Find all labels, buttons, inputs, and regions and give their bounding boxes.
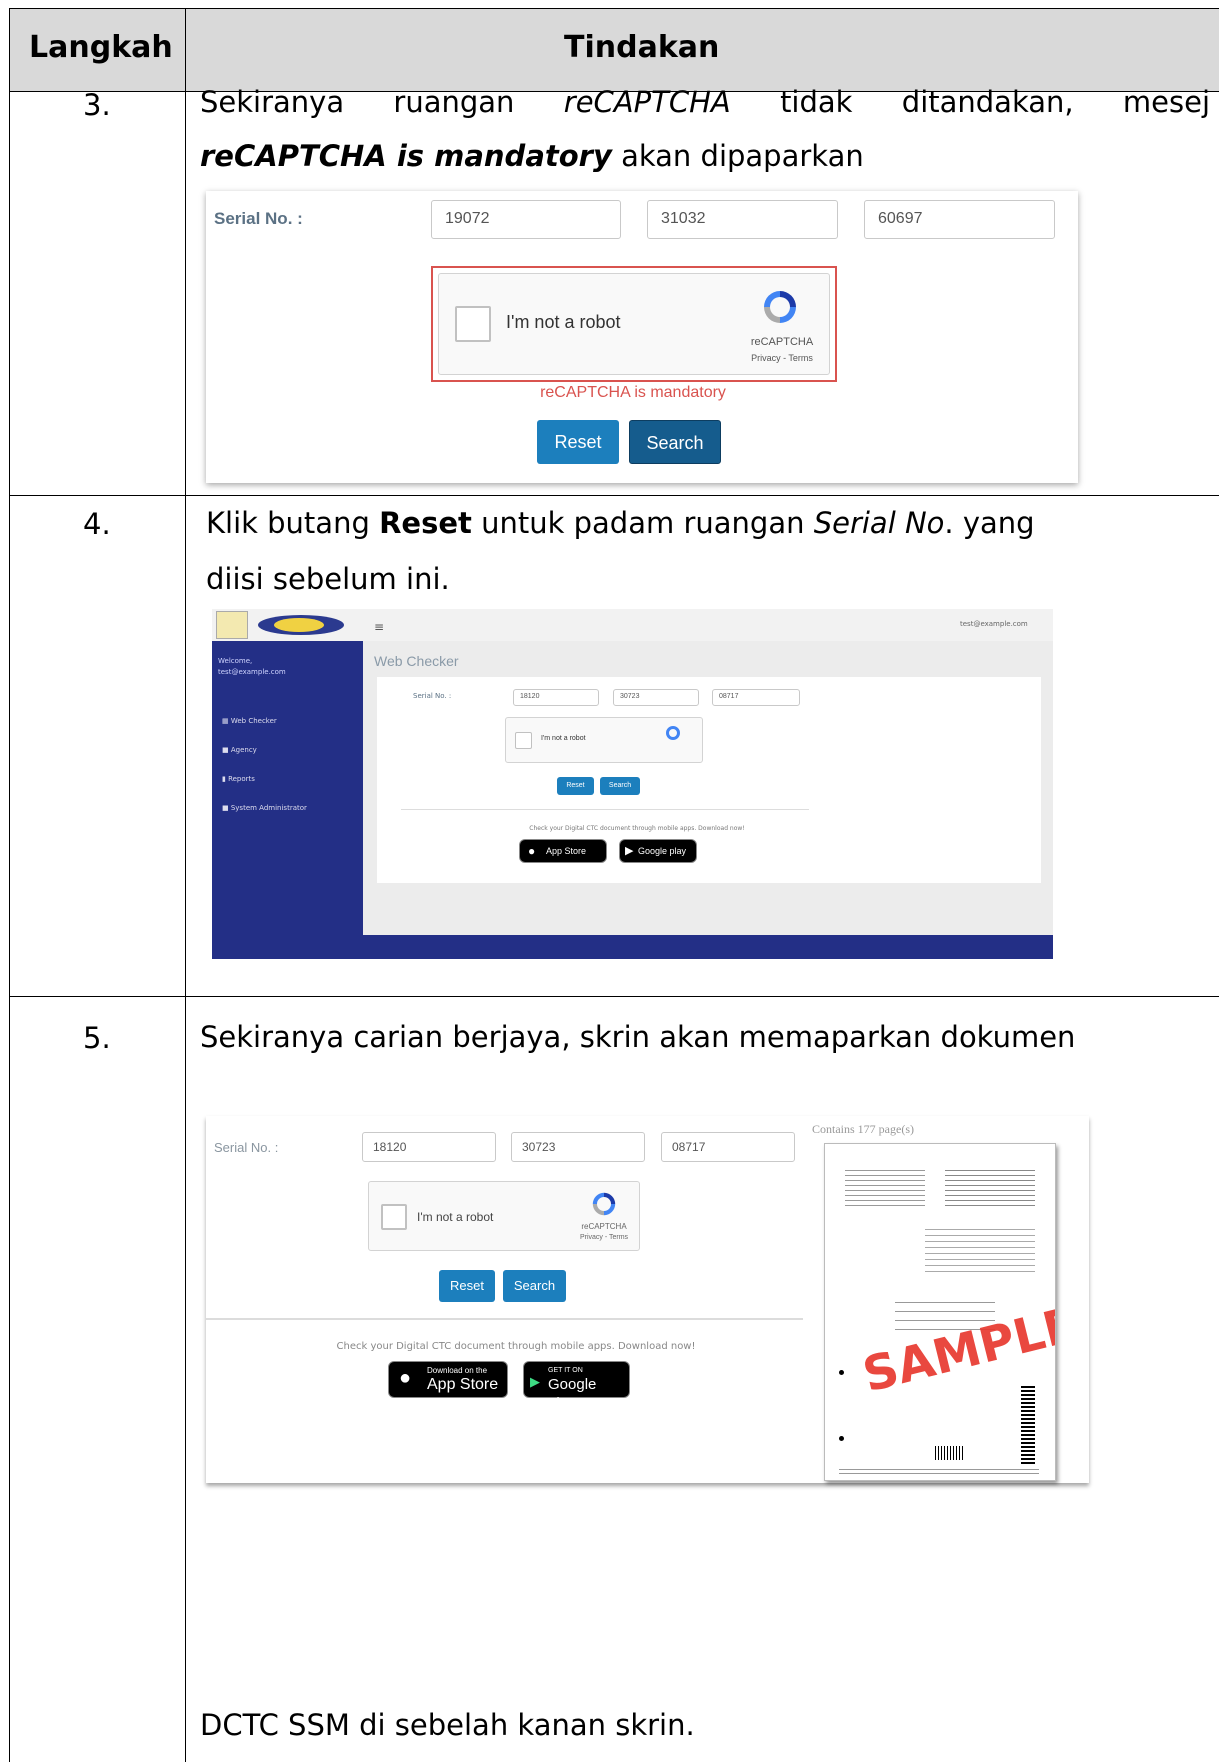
barcode-icon [935,1446,965,1460]
steps-table: Langkah Tindakan 3. Sekiranya ruangan re… [9,8,1219,1762]
recaptcha-logo-icon [666,726,680,740]
serial-input-3[interactable]: 08717 [661,1132,795,1162]
sidebar-item-agency[interactable]: ■ Agency [222,746,257,754]
header-langkah: Langkah [29,30,173,65]
search-button[interactable]: Search [503,1270,566,1302]
search-button[interactable]: Search [600,777,640,795]
recaptcha-error-message: reCAPTCHA is mandatory [540,384,726,401]
promo-text: Check your Digital CTC document through … [336,1341,696,1352]
apple-icon: ● [399,1367,412,1389]
serial-input-2[interactable]: 30723 [613,689,699,706]
document-preview[interactable]: SAMPLE [824,1143,1056,1481]
step-5-text-line2: DCTC SSM di sebelah kanan skrin. [200,1708,695,1742]
recaptcha-error-outline: I'm not a robot reCAPTCHA Privacy - Term… [431,266,837,382]
logo-badge-icon [216,611,248,639]
sidebar-item-system-administrator[interactable]: ■ System Administrator [222,804,307,812]
step-number: 4. [83,507,111,541]
divider [401,809,809,810]
sidebar-user-email: test@example.com [218,668,286,676]
recaptcha-label: I'm not a robot [506,312,621,332]
screenshot-recaptcha-error: Serial No. : 19072 31032 60697 I'm not a… [206,191,1078,483]
serial-input-1[interactable]: 18120 [362,1132,496,1162]
doc-bullet [839,1370,844,1375]
play-icon: ▶ [625,845,634,857]
page-title: Web Checker [374,653,459,669]
serial-input-2[interactable]: 30723 [511,1132,645,1162]
sidebar-item-web-checker[interactable]: ▦ Web Checker [222,717,277,725]
serial-input-1[interactable]: 19072 [431,200,621,239]
serial-label: Serial No. : [214,209,303,228]
step-4-text-line2: diisi sebelum ini. [206,562,450,596]
reset-button[interactable]: Reset [537,420,619,464]
page-count-text: Contains 177 page(s) [812,1122,914,1136]
reset-button[interactable]: Reset [439,1270,495,1302]
step-4-text-line1: Klik butang Reset untuk padam ruangan Se… [206,506,1035,540]
screenshot-web-checker: ≡ test@example.com Welcome, test@example… [212,609,1053,959]
divider [206,1318,803,1320]
google-play-badge[interactable]: ▶ Google play [619,839,697,863]
recaptcha-label: I'm not a robot [417,1210,494,1224]
recaptcha-brand: reCAPTCHA [750,336,814,348]
content-card: Serial No. : 18120 30723 08717 I'm not a… [377,677,1041,883]
recaptcha-widget: I'm not a robot [505,717,703,763]
doc-lines [845,1166,925,1206]
doc-lines [925,1224,1035,1274]
step-5-text-line1: Sekiranya carian berjaya, skrin akan mem… [200,1020,1076,1054]
serial-label: Serial No. : [413,692,452,700]
screenshot-search-result: Serial No. : 18120 30723 08717 I'm not a… [206,1116,1089,1483]
topbar-user-email[interactable]: test@example.com [960,620,1028,628]
doc-footer-lines [839,1466,1039,1476]
doc-bullet [839,1436,844,1441]
serial-input-3[interactable]: 60697 [864,200,1055,239]
app-store-badge[interactable]: ● Download on the App Store [388,1361,508,1398]
sidebar-item-reports[interactable]: ▮ Reports [222,775,255,783]
step-3-text-line2: reCAPTCHA is mandatory akan dipaparkan [200,139,864,173]
hamburger-menu-icon[interactable]: ≡ [374,620,384,634]
serial-label: Serial No. : [214,1140,279,1155]
recaptcha-widget: I'm not a robot reCAPTCHA Privacy - Term… [438,273,830,375]
recaptcha-checkbox[interactable] [515,732,532,749]
recaptcha-links[interactable]: Privacy - Terms [573,1234,635,1241]
step-number: 3. [83,88,111,122]
recaptcha-checkbox[interactable] [455,306,491,342]
recaptcha-links[interactable]: Privacy - Terms [741,353,823,363]
sidebar-welcome: Welcome, [218,657,253,665]
recaptcha-logo-icon [592,1192,616,1216]
recaptcha-brand: reCAPTCHA [581,1222,627,1231]
header-tindakan: Tindakan [564,30,720,65]
app-footer [363,935,1053,959]
barcode-icon [1021,1386,1035,1466]
apple-icon: ● [528,844,536,858]
serial-input-3[interactable]: 08717 [712,689,800,706]
step-number: 5. [83,1021,111,1055]
promo-text: Check your Digital CTC document through … [529,825,745,832]
reset-button[interactable]: Reset [557,777,594,795]
serial-input-2[interactable]: 31032 [647,200,838,239]
sidebar: Welcome, test@example.com ▦ Web Checker … [212,641,363,959]
recaptcha-widget: I'm not a robot reCAPTCHA Privacy - Term… [368,1181,640,1251]
search-button[interactable]: Search [629,420,721,464]
serial-input-1[interactable]: 18120 [513,689,599,706]
recaptcha-label: I'm not a robot [541,735,586,742]
recaptcha-logo-icon [764,291,796,323]
app-store-badge[interactable]: ● App Store [519,839,607,863]
ssm-logo-accent [274,618,324,632]
recaptcha-checkbox[interactable] [381,1204,407,1230]
step-3-text-line1: Sekiranya ruangan reCAPTCHA tidak ditand… [200,85,1211,119]
google-play-badge[interactable]: ▶ GET IT ON Google play [523,1361,630,1412]
play-icon: ▶ [530,1374,540,1389]
doc-lines [945,1166,1035,1206]
